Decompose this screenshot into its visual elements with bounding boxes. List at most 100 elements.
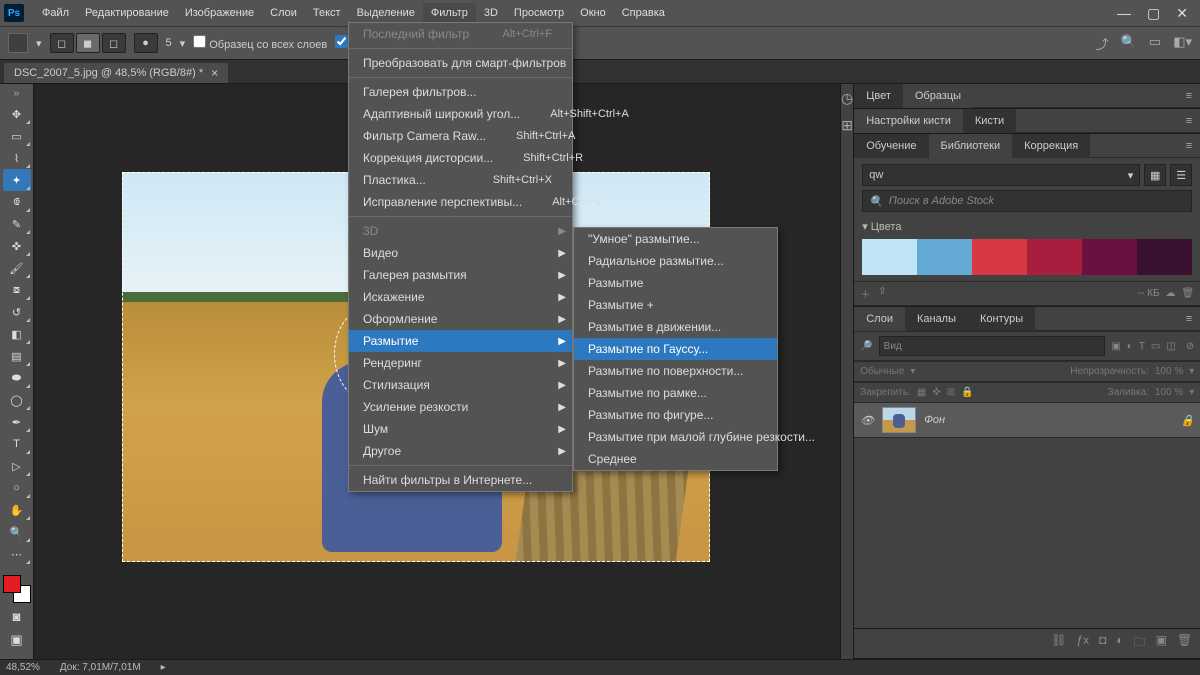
menu-item[interactable]: Рендеринг▶ <box>349 352 572 374</box>
menu-окно[interactable]: Окно <box>572 3 614 23</box>
subtract-selection-btn[interactable]: ◻ <box>102 33 126 53</box>
menu-item[interactable]: Другое▶ <box>349 440 572 462</box>
filter-adjust-icon[interactable]: ◐ <box>1127 341 1133 352</box>
menu-файл[interactable]: Файл <box>34 3 77 23</box>
clone-stamp-tool[interactable]: ⧇ <box>3 279 31 301</box>
lock-all-icon[interactable]: 🔒 <box>961 387 973 398</box>
library-color-swatch[interactable] <box>917 239 972 275</box>
library-color-swatch[interactable] <box>862 239 917 275</box>
tab-color[interactable]: Цвет <box>854 84 903 108</box>
filter-type-icon[interactable]: 🔎 <box>860 341 872 352</box>
tab-learn[interactable]: Обучение <box>854 134 928 158</box>
menu-item[interactable]: Размытие по фигуре... <box>574 404 777 426</box>
hand-tool[interactable]: ✋ <box>3 499 31 521</box>
panel-menu-icon[interactable]: ≡ <box>1178 313 1200 325</box>
blend-mode[interactable]: Обычные <box>860 366 904 377</box>
layer-style-icon[interactable]: ƒx <box>1076 633 1089 654</box>
chevron-down-icon[interactable]: ▾ <box>180 37 186 50</box>
zoom-tool[interactable]: 🔍 <box>3 521 31 543</box>
edit-toolbar[interactable]: ⋯ <box>3 543 31 565</box>
eraser-tool[interactable]: ◧ <box>3 323 31 345</box>
layer-row[interactable]: 👁 Фон 🔒 <box>854 403 1200 438</box>
lock-pixels-icon[interactable]: ▦ <box>917 387 926 398</box>
menu-item[interactable]: Стилизация▶ <box>349 374 572 396</box>
panel-menu-icon[interactable]: ≡ <box>1178 140 1200 152</box>
menu-item[interactable]: Размытие по поверхности... <box>574 360 777 382</box>
add-selection-btn[interactable]: ◼ <box>76 33 100 53</box>
filter-shape-icon[interactable]: ▭ <box>1151 341 1160 352</box>
path-select-tool[interactable]: ▷ <box>3 455 31 477</box>
new-layer-icon[interactable]: ▣ <box>1156 633 1167 654</box>
menu-item[interactable]: Размытие по Гауссу... <box>574 338 777 360</box>
list-view-btn[interactable]: ☰ <box>1170 164 1192 186</box>
menu-item[interactable]: Радиальное размытие... <box>574 250 777 272</box>
menu-item[interactable]: Размытие при малой глубине резкости... <box>574 426 777 448</box>
lock-position-icon[interactable]: ✜ <box>932 387 940 398</box>
library-color-swatch[interactable] <box>1082 239 1137 275</box>
history-brush-tool[interactable]: ↺ <box>3 301 31 323</box>
pen-tool[interactable]: ✒ <box>3 411 31 433</box>
group-icon[interactable]: 🗀 <box>1134 633 1146 654</box>
panel-menu-icon[interactable]: ≡ <box>1178 90 1200 102</box>
menu-текст[interactable]: Текст <box>305 3 349 23</box>
trash-icon[interactable]: 🗑 <box>1182 288 1195 299</box>
status-arrow-icon[interactable]: ▸ <box>161 662 166 673</box>
lock-artboard-icon[interactable]: ⊞ <box>947 387 955 398</box>
document-size[interactable]: Док: 7,01M/7,01M <box>60 662 141 673</box>
menu-справка[interactable]: Справка <box>614 3 673 23</box>
properties-panel-icon[interactable]: ⊞ <box>841 117 853 134</box>
menu-слои[interactable]: Слои <box>262 3 305 23</box>
menu-item[interactable]: Размытие <box>574 272 777 294</box>
minimize-icon[interactable]: — <box>1117 5 1131 22</box>
cloud-icon[interactable]: ☁ <box>1166 288 1176 299</box>
library-section-title[interactable]: Цвета <box>871 221 902 233</box>
menu-item[interactable]: Видео▶ <box>349 242 572 264</box>
visibility-icon[interactable]: 👁 <box>860 414 874 427</box>
screen-mode-tool[interactable]: ▣ <box>3 629 31 651</box>
document-tab[interactable]: DSC_2007_5.jpg @ 48,5% (RGB/8#) * × <box>4 63 228 83</box>
panel-menu-icon[interactable]: ≡ <box>1178 115 1200 127</box>
library-search[interactable]: 🔍 Поиск в Adobe Stock <box>862 190 1192 212</box>
gradient-tool[interactable]: ▤ <box>3 345 31 367</box>
tab-brush-settings[interactable]: Настройки кисти <box>854 109 963 133</box>
menu-item[interactable]: Галерея фильтров... <box>349 81 572 103</box>
menu-изображение[interactable]: Изображение <box>177 3 262 23</box>
close-tab-icon[interactable]: × <box>211 66 218 80</box>
menu-item[interactable]: Найти фильтры в Интернете... <box>349 469 572 491</box>
spot-heal-tool[interactable]: ✜ <box>3 235 31 257</box>
layer-mask-icon[interactable]: ◘ <box>1099 633 1106 654</box>
toolbar-grip-icon[interactable]: » <box>0 88 33 99</box>
quick-select-tool[interactable]: ✦ <box>3 169 31 191</box>
layer-filter[interactable]: Вид <box>879 336 1106 356</box>
tab-paths[interactable]: Контуры <box>968 307 1035 331</box>
menu-item[interactable]: Усиление резкости▶ <box>349 396 572 418</box>
filter-type-layer-icon[interactable]: T <box>1139 341 1145 352</box>
menu-item[interactable]: Коррекция дисторсии...Shift+Ctrl+R <box>349 147 572 169</box>
sample-all-layers-checkbox[interactable]: Образец со всех слоев <box>193 35 327 51</box>
menu-item[interactable]: Размытие + <box>574 294 777 316</box>
library-selector[interactable]: qw▾ <box>862 164 1140 186</box>
tab-layers[interactable]: Слои <box>854 307 905 331</box>
menu-item[interactable]: Искажение▶ <box>349 286 572 308</box>
menu-item[interactable]: Адаптивный широкий угол...Alt+Shift+Ctrl… <box>349 103 572 125</box>
lasso-tool[interactable]: ⌇ <box>3 147 31 169</box>
upload-icon[interactable]: ⇪ <box>878 286 886 301</box>
menu-item[interactable]: Преобразовать для смарт-фильтров <box>349 52 572 74</box>
library-color-swatch[interactable] <box>972 239 1027 275</box>
filter-toggle-icon[interactable]: ⊘ <box>1186 341 1194 352</box>
menu-item[interactable]: Размытие по рамке... <box>574 382 777 404</box>
blur-tool[interactable]: ⬬ <box>3 367 31 389</box>
menu-item[interactable]: Размытие в движении... <box>574 316 777 338</box>
menu-item[interactable]: Среднее <box>574 448 777 470</box>
tab-swatches[interactable]: Образцы <box>903 84 973 108</box>
delete-layer-icon[interactable]: 🗑 <box>1177 633 1192 654</box>
maximize-icon[interactable]: ▢ <box>1147 5 1160 22</box>
foreground-color[interactable] <box>3 575 21 593</box>
fill-value[interactable]: 100 % <box>1155 387 1183 398</box>
menu-item[interactable]: Исправление перспективы...Alt+Ctrl+V <box>349 191 572 213</box>
menu-item[interactable]: Шум▶ <box>349 418 572 440</box>
dodge-tool[interactable]: ◯ <box>3 389 31 411</box>
link-layers-icon[interactable]: ⛓ <box>1051 633 1066 654</box>
tab-channels[interactable]: Каналы <box>905 307 968 331</box>
menu-item[interactable]: Оформление▶ <box>349 308 572 330</box>
